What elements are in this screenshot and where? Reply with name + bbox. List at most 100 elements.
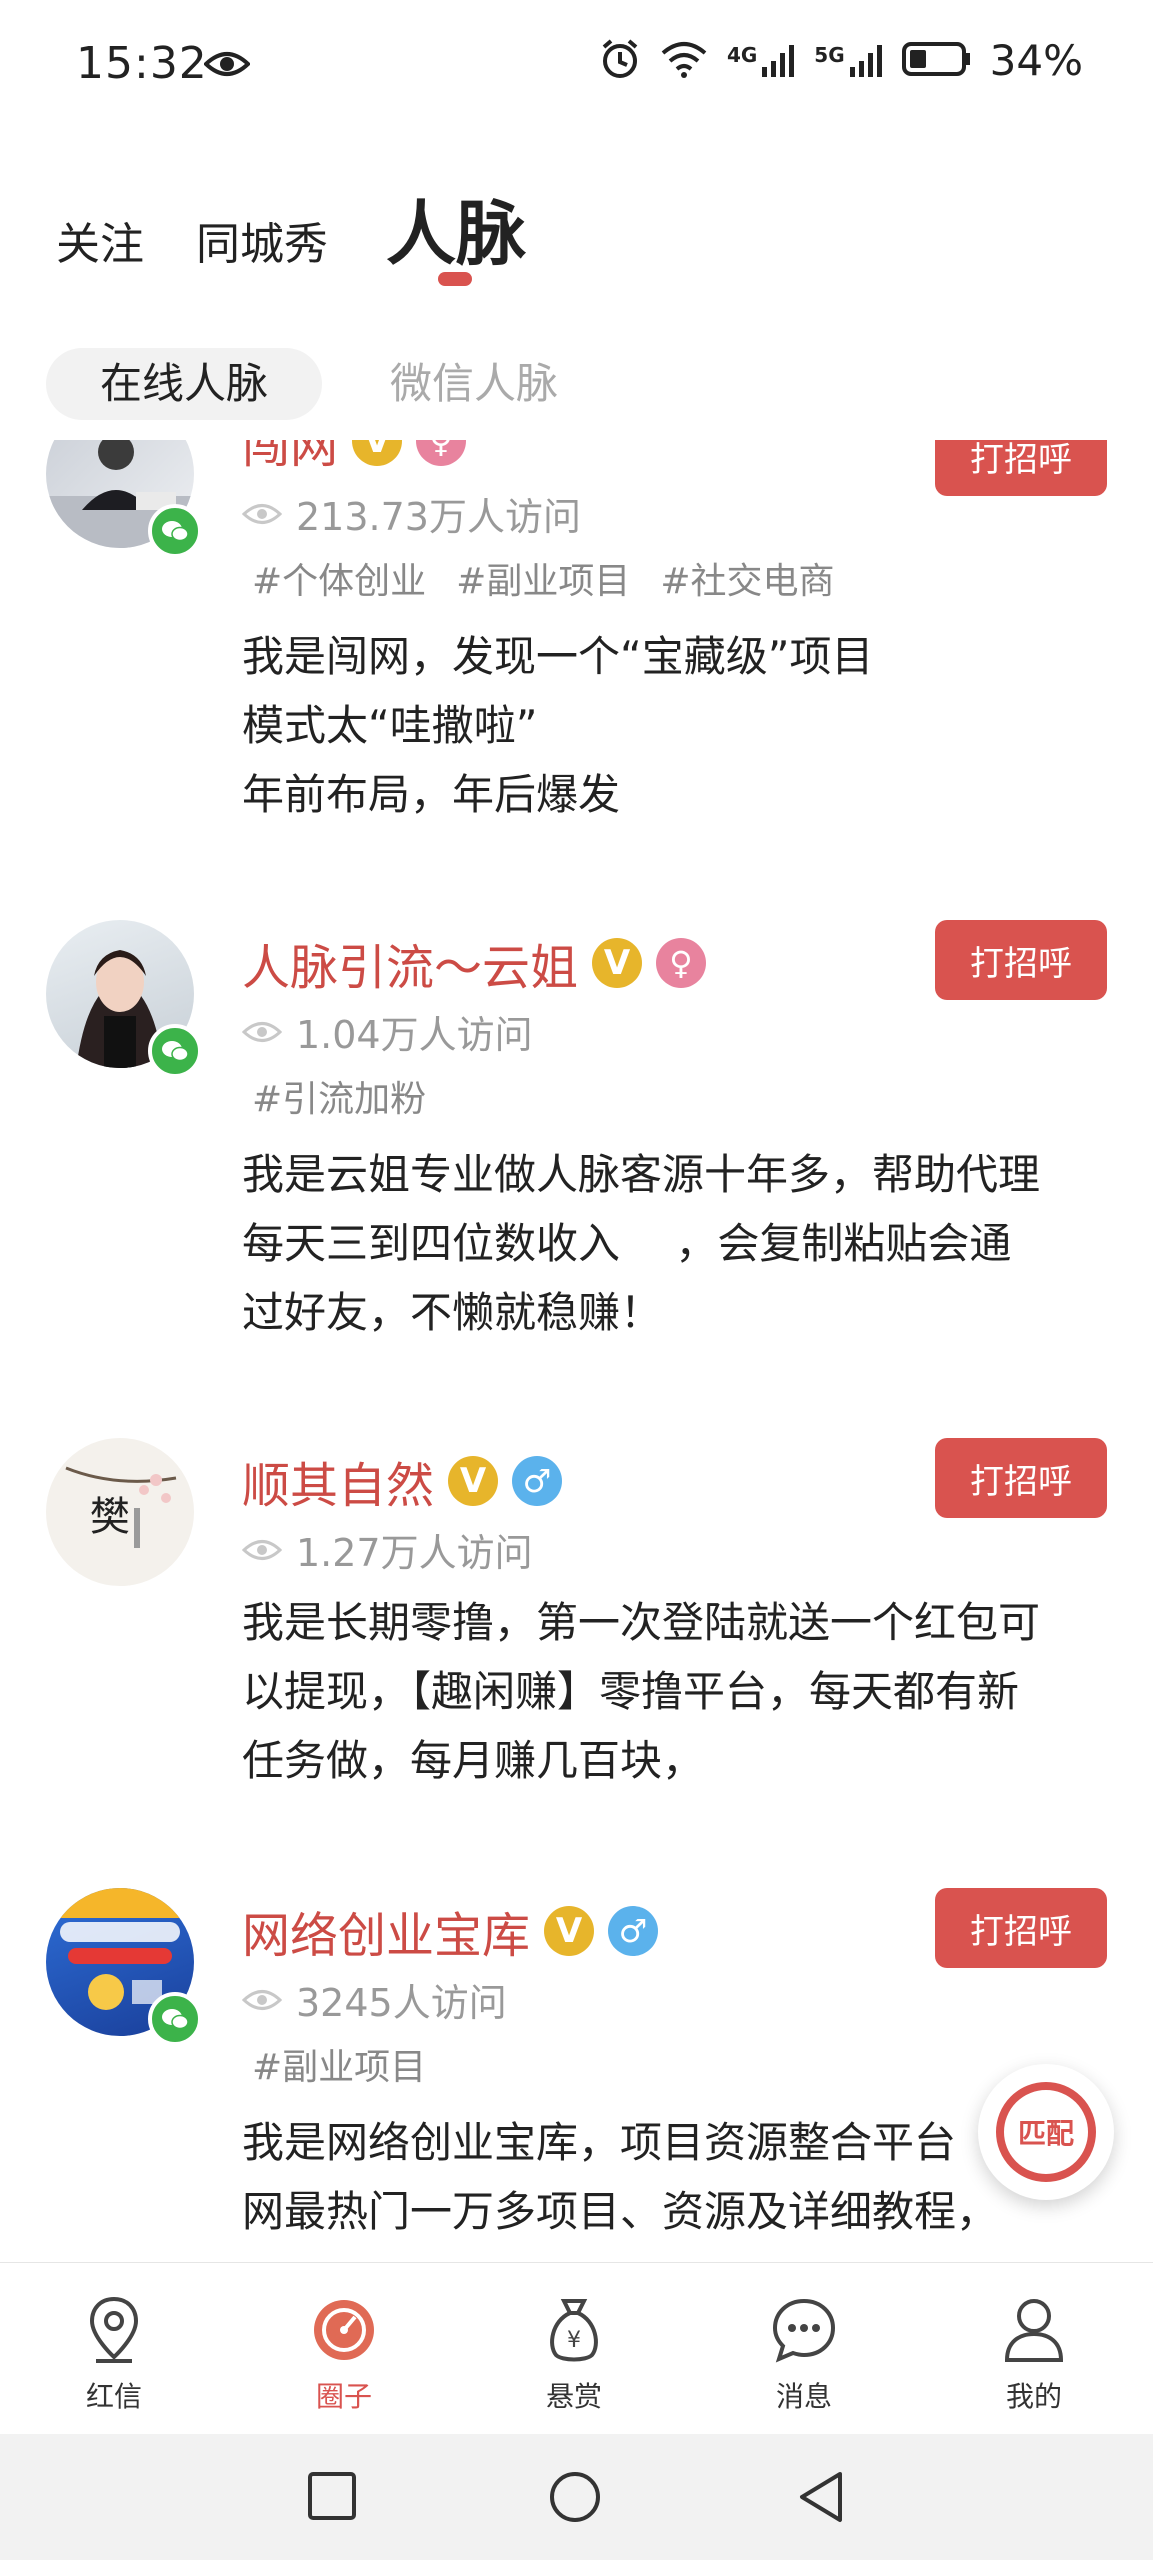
eye-icon: [241, 492, 283, 536]
verified-icon: V: [448, 1456, 499, 1506]
intro-line: 我是长期零撸，第一次登陆就送一个红包可: [242, 1598, 1041, 1647]
wifi-icon: [659, 39, 709, 83]
eye-icon: [241, 1978, 283, 2022]
user-name[interactable]: 人脉引流～云姐: [242, 928, 578, 998]
nav-label: 悬赏: [545, 2380, 602, 2413]
list-item[interactable]: 樊 顺其自然 V ♂ 打招呼 1.27万人访问 我是长期零撸，第一次登陆就送一个…: [0, 1438, 1153, 1858]
intro-line: 年前布局，年后爆发: [242, 770, 621, 819]
chat-bubble-icon: [724, 2293, 884, 2367]
nav-label: 我的: [1005, 2380, 1062, 2413]
battery-icon: [901, 40, 972, 82]
name-row: 闯网 V ♀: [242, 440, 467, 476]
match-button[interactable]: 匹配: [978, 2064, 1114, 2200]
tab-follow[interactable]: 关注: [56, 208, 144, 272]
nav-label: 红信: [85, 2380, 142, 2413]
status-bar: 15:32 4G 5G 34%: [0, 0, 1153, 140]
money-bag-icon: ¥: [494, 2293, 654, 2367]
circle-compass-icon: [264, 2293, 424, 2367]
list-item[interactable]: 闯网 V ♀ 打招呼 213.73万人访问 #个体创业 #副业项目 #社交电商 …: [0, 440, 1153, 840]
male-icon: ♂: [608, 1906, 659, 1956]
tag[interactable]: #个体创业: [252, 552, 426, 604]
user-name[interactable]: 闯网: [242, 440, 338, 476]
battery-percent: 34%: [989, 36, 1083, 85]
nav-label: 圈子: [315, 2380, 372, 2413]
recents-square-icon[interactable]: [306, 2470, 358, 2526]
system-nav-bar: [0, 2434, 1153, 2560]
female-icon: ♀: [416, 440, 467, 466]
nav-redletter[interactable]: 红信: [34, 2293, 194, 2415]
intro-text: 我是闯网，发现一个“宝藏级”项目 模式太“哇撒啦” 年前布局，年后爆发: [242, 622, 1102, 829]
tag[interactable]: #副业项目: [456, 552, 630, 604]
nav-bounty[interactable]: ¥ 悬赏: [494, 2293, 654, 2415]
alarm-icon: [599, 38, 641, 84]
greet-button[interactable]: 打招呼: [935, 440, 1107, 496]
tag[interactable]: #社交电商: [660, 552, 834, 604]
intro-text: 我是长期零撸，第一次登陆就送一个红包可 以提现，【趣闲赚】零撸平台，每天都有新 …: [242, 1588, 1102, 1795]
visit-text: 213.73万人访问: [296, 495, 581, 539]
visit-count: 213.73万人访问: [241, 486, 581, 541]
name-row: 顺其自然 V ♂: [242, 1446, 563, 1516]
intro-text: 我是网络创业宝库，项目资源整合平台 网最热门一万多项目、资源及详细教程，: [242, 2108, 1102, 2246]
subtab-online-network[interactable]: 在线人脉: [46, 348, 323, 420]
status-time: 15:32: [76, 38, 208, 89]
match-label: 匹配: [1017, 2117, 1074, 2150]
intro-line: 以提现，【趣闲赚】零撸平台，每天都有新: [242, 1667, 1020, 1716]
signal-4g-icon: 4G: [727, 43, 796, 79]
svg-text:¥: ¥: [567, 2328, 581, 2353]
subtab-wechat-network[interactable]: 微信人脉: [336, 348, 612, 420]
back-triangle-icon[interactable]: [796, 2470, 846, 2528]
greet-button[interactable]: 打招呼: [935, 920, 1107, 1000]
wechat-icon: [148, 1024, 202, 1078]
visit-text: 1.27万人访问: [296, 1531, 533, 1575]
visit-count: 1.27万人访问: [241, 1522, 533, 1577]
intro-line: 过好友，不懒就稳赚！: [242, 1288, 663, 1337]
nav-messages[interactable]: 消息: [724, 2293, 884, 2415]
intro-line: 网最热门一万多项目、资源及详细教程，: [242, 2187, 999, 2236]
eye-icon: [241, 1528, 283, 1572]
visit-text: 3245人访问: [296, 1981, 507, 2025]
tag[interactable]: #副业项目: [252, 2038, 426, 2090]
wechat-icon: [148, 504, 202, 558]
wechat-icon: [148, 1992, 202, 2046]
verified-icon: V: [592, 938, 643, 988]
user-name[interactable]: 网络创业宝库: [242, 1896, 530, 1966]
tag-list: #个体创业 #副业项目 #社交电商: [252, 552, 835, 604]
tag-list: #副业项目: [252, 2038, 426, 2090]
user-name[interactable]: 顺其自然: [242, 1446, 434, 1516]
nav-circle[interactable]: 圈子: [264, 2293, 424, 2415]
name-row: 网络创业宝库 V ♂: [242, 1896, 659, 1966]
tab-indicator: [438, 272, 472, 286]
nav-label: 消息: [775, 2380, 832, 2413]
avatar[interactable]: 樊: [46, 1438, 194, 1586]
greet-button[interactable]: 打招呼: [935, 1888, 1107, 1968]
tab-local-show[interactable]: 同城秀: [196, 208, 328, 272]
list-item[interactable]: 人脉引流～云姐 V ♀ 打招呼 1.04万人访问 #引流加粉 我是云姐专业做人脉…: [0, 920, 1153, 1400]
network-feed[interactable]: 闯网 V ♀ 打招呼 213.73万人访问 #个体创业 #副业项目 #社交电商 …: [0, 440, 1153, 2262]
location-pin-icon: [34, 2293, 194, 2367]
female-icon: ♀: [656, 938, 707, 988]
tag-list: #引流加粉: [252, 1070, 426, 1122]
intro-line: 我是网络创业宝库，项目资源整合平台: [242, 2118, 957, 2167]
tab-network[interactable]: 人脉: [386, 178, 526, 279]
verified-icon: V: [544, 1906, 595, 1956]
visit-count: 1.04万人访问: [241, 1004, 533, 1059]
greet-button[interactable]: 打招呼: [935, 1438, 1107, 1518]
intro-line: 我是云姐专业做人脉客源十年多，帮助代理: [242, 1150, 1041, 1199]
verified-icon: V: [352, 440, 403, 466]
svg-text:樊: 樊: [90, 1494, 130, 1540]
intro-line: 模式太“哇撒啦”: [242, 701, 538, 750]
eye-icon: [203, 50, 251, 82]
match-icon: 匹配: [996, 2082, 1096, 2182]
network-type-label: 5G: [814, 42, 845, 67]
intro-line: 任务做，每月赚几百块，: [242, 1736, 705, 1785]
list-item[interactable]: 网络创业宝库 V ♂ 打招呼 3245人访问 #副业项目 我是网络创业宝库，项目…: [0, 1888, 1153, 2262]
intro-text: 我是云姐专业做人脉客源十年多，帮助代理 每天三到四位数收入 ，会复制粘贴会通 过…: [242, 1140, 1102, 1347]
signal-5g-icon: 5G: [814, 43, 883, 79]
tag[interactable]: #引流加粉: [252, 1070, 426, 1122]
intro-line: 我是闯网，发现一个“宝藏级”项目: [242, 632, 874, 681]
name-row: 人脉引流～云姐 V ♀: [242, 928, 707, 998]
male-icon: ♂: [512, 1456, 563, 1506]
intro-line: 每天三到四位数收入 ，会复制粘贴会通: [242, 1219, 1012, 1268]
nav-me[interactable]: 我的: [954, 2293, 1114, 2415]
home-circle-icon[interactable]: [548, 2470, 602, 2528]
